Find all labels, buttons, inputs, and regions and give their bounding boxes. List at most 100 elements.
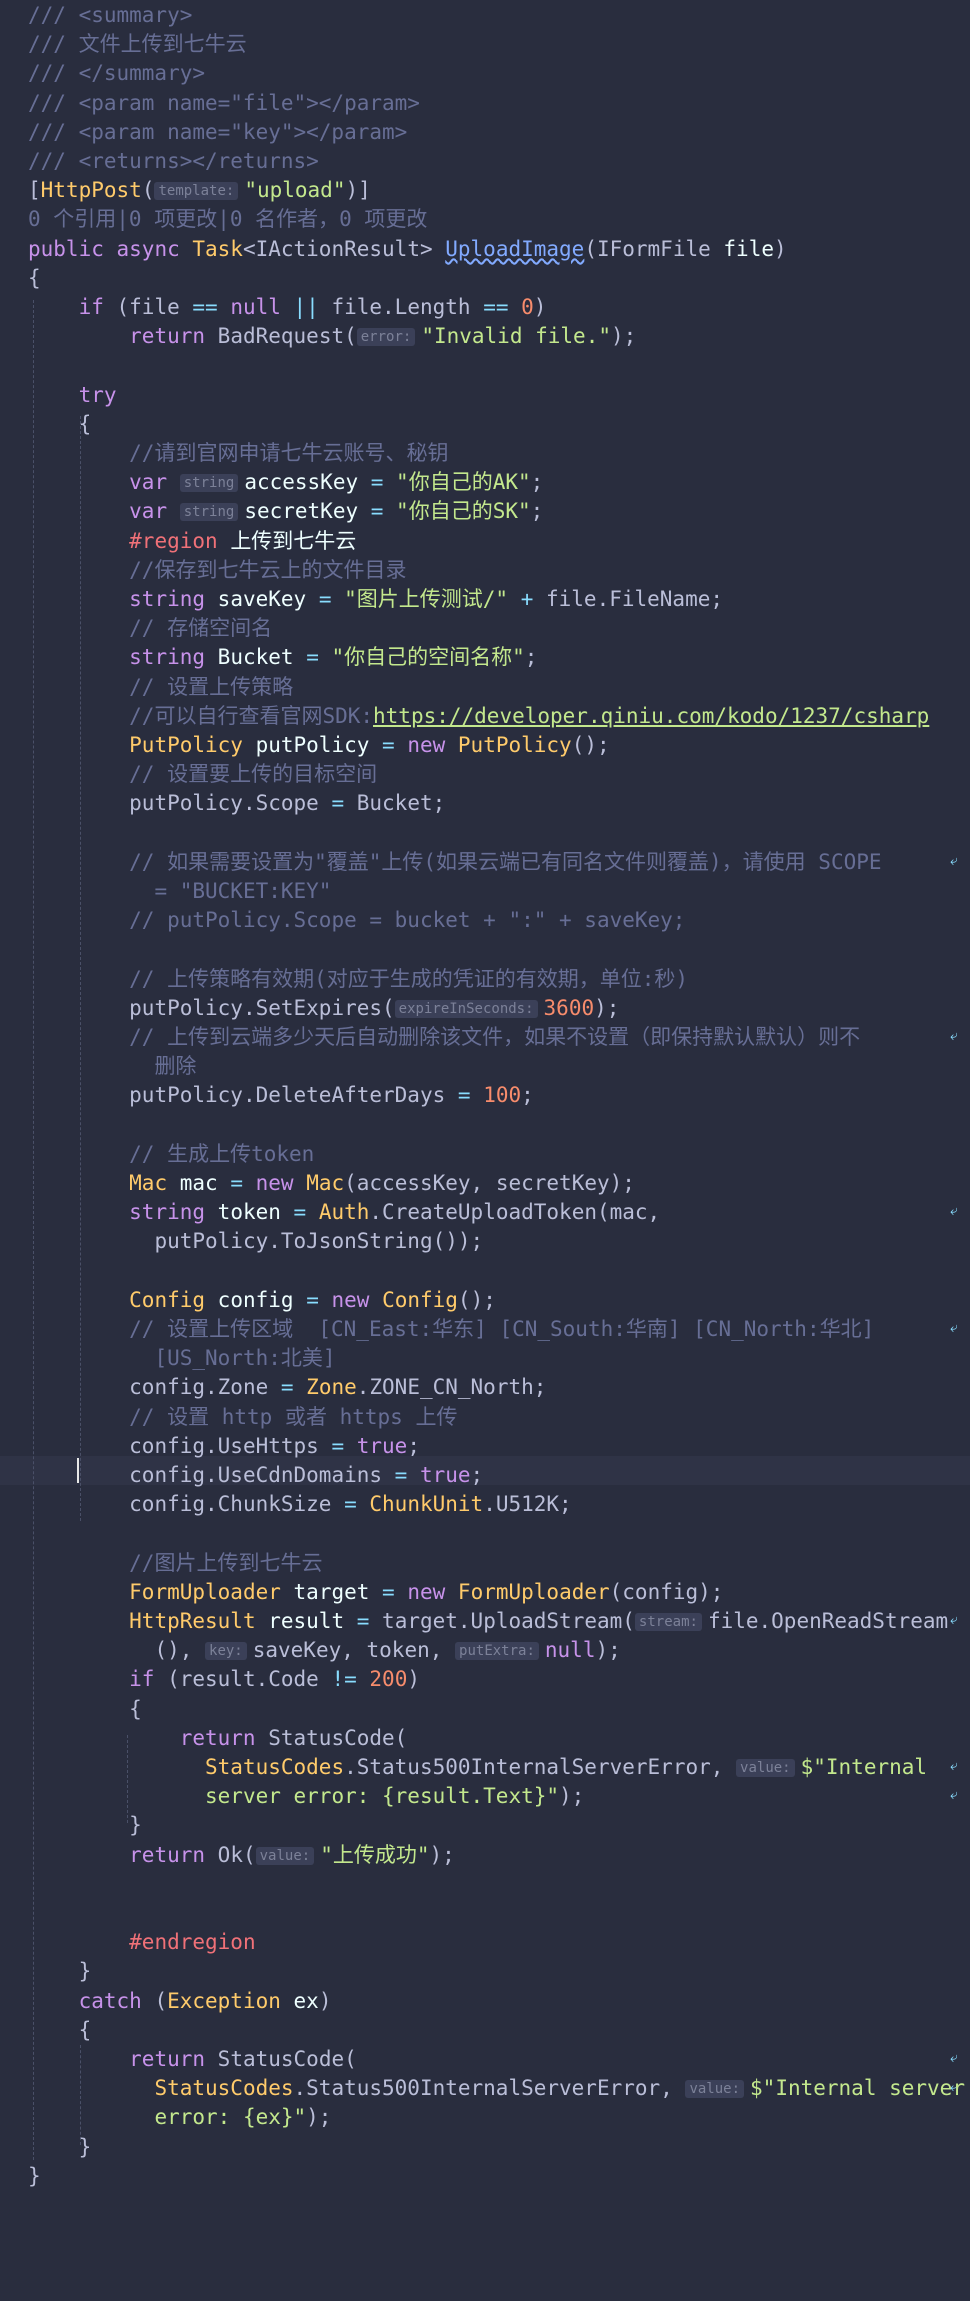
- code-line: if (file == null || file.Length == 0): [28, 293, 547, 322]
- code-token: PutPolicy: [129, 733, 256, 757]
- word-wrap-icon: ⤶: [950, 1320, 958, 1336]
- code-token: null: [544, 1638, 596, 1662]
- code-line: // 设置上传区域 [CN_East:华东] [CN_South:华南] [CN…: [28, 1315, 874, 1344]
- code-token: catch: [78, 1989, 155, 2013]
- code-token: {: [28, 266, 41, 290]
- inlay-hint: stream:: [634, 1613, 702, 1631]
- code-line: //可以自行查看官网SDK:https://developer.qiniu.co…: [28, 702, 929, 731]
- code-token: Mac: [306, 1171, 345, 1195]
- code-token: // 设置上传区域 [CN_East:华东] [CN_South:华南] [CN…: [129, 1317, 875, 1341]
- code-line: 删除: [28, 1052, 196, 1081]
- code-token: // 上传策略有效期(对应于生成的凭证的有效期，单位:秒): [129, 967, 689, 991]
- code-token: // 生成上传token: [129, 1142, 315, 1166]
- code-token: config: [217, 1288, 307, 1312]
- inlay-hint: template:: [154, 182, 239, 200]
- code-line: var string accessKey = "你自己的AK";: [28, 468, 543, 497]
- code-token: file.OpenReadStream: [707, 1609, 949, 1633]
- code-token: server error: {result.Text}": [205, 1784, 560, 1808]
- code-line: config.UseCdnDomains = true;: [28, 1461, 483, 1490]
- code-token: =: [370, 470, 397, 494]
- code-link[interactable]: https://developer.qiniu.com/kodo/1237/cs…: [373, 704, 929, 728]
- code-line: StatusCodes.Status500InternalServerError…: [28, 1753, 927, 1782]
- code-token: result: [268, 1609, 357, 1633]
- code-token: =: [394, 1463, 420, 1487]
- code-token: /// 文件上传到七牛云: [28, 32, 247, 56]
- word-wrap-icon: ⤶: [950, 1028, 958, 1044]
- code-token: // 存储空间名: [129, 616, 273, 640]
- code-editor[interactable]: ⤶ ⤶ ⤶ ⤶ ⤶ ⤶ ⤶ ⤶ ⤶ /// <summary>/// 文件上传到…: [0, 0, 970, 2301]
- code-line: HttpResult result = target.UploadStream(…: [28, 1607, 948, 1636]
- code-token: [US_North:北美]: [154, 1346, 336, 1370]
- code-token: /// <summary>: [28, 3, 193, 27]
- code-token: 上传到七牛云: [230, 529, 357, 553]
- code-token: =: [382, 1580, 408, 1604]
- code-token: Bucket;: [356, 791, 446, 815]
- code-line: error: {ex}");: [28, 2103, 331, 2132]
- code-token: config.Zone: [129, 1375, 281, 1399]
- code-token: ();: [571, 733, 610, 757]
- code-token: putPolicy.SetExpires(: [129, 996, 395, 1020]
- code-line: config.UseHttps = true;: [28, 1432, 420, 1461]
- code-token: if: [78, 295, 117, 319]
- code-token: Exception: [167, 1989, 294, 2013]
- code-token: ;: [521, 1083, 534, 1107]
- code-line: putPolicy.DeleteAfterDays = 100;: [28, 1081, 534, 1110]
- code-token: return: [179, 1726, 269, 1750]
- code-line: #endregion: [28, 1928, 255, 1957]
- code-token: Ok(: [217, 1843, 256, 1867]
- code-token: //图片上传到七牛云: [129, 1551, 323, 1575]
- code-line: FormUploader target = new FormUploader(c…: [28, 1578, 723, 1607]
- code-token: "你自己的SK": [396, 499, 531, 523]
- code-token: }: [28, 2135, 92, 2159]
- code-token: return: [129, 1843, 218, 1867]
- code-token: =: [306, 645, 332, 669]
- code-token: var: [129, 499, 180, 523]
- inlay-hint: error:: [356, 328, 416, 346]
- code-token: (IFormFile: [584, 237, 724, 261]
- code-token: target: [293, 1580, 383, 1604]
- inlay-hint: value:: [685, 2080, 745, 2098]
- code-line: = "BUCKET:KEY": [28, 877, 331, 906]
- code-line: return StatusCode(: [28, 2045, 357, 2074]
- code-token: (config);: [609, 1580, 724, 1604]
- code-token: // 设置要上传的目标空间: [129, 762, 378, 786]
- code-token: ;: [407, 1434, 420, 1458]
- code-line: if (result.Code != 200): [28, 1665, 420, 1694]
- code-token: $"Internal: [800, 1755, 928, 1779]
- code-line: // 如果需要设置为"覆盖"上传(如果云端已有同名文件则覆盖)，请使用 SCOP…: [28, 848, 881, 877]
- inlay-hint: value:: [255, 1847, 315, 1865]
- code-token: saveKey, token,: [252, 1638, 456, 1662]
- code-token: =: [293, 1200, 319, 1224]
- code-token: = "BUCKET:KEY": [154, 879, 332, 903]
- inlay-hint: expireInSeconds:: [394, 1000, 538, 1018]
- code-token: =: [457, 1083, 484, 1107]
- code-token: return: [129, 324, 218, 348]
- code-token: async: [116, 237, 193, 261]
- codelens[interactable]: 0 个引用|0 项更改|0 名作者，0 项更改: [28, 205, 427, 234]
- code-token: config.ChunkSize: [129, 1492, 345, 1516]
- inlay-hint: string: [179, 503, 239, 521]
- code-line: // 设置要上传的目标空间: [28, 760, 377, 789]
- code-token: =: [318, 587, 345, 611]
